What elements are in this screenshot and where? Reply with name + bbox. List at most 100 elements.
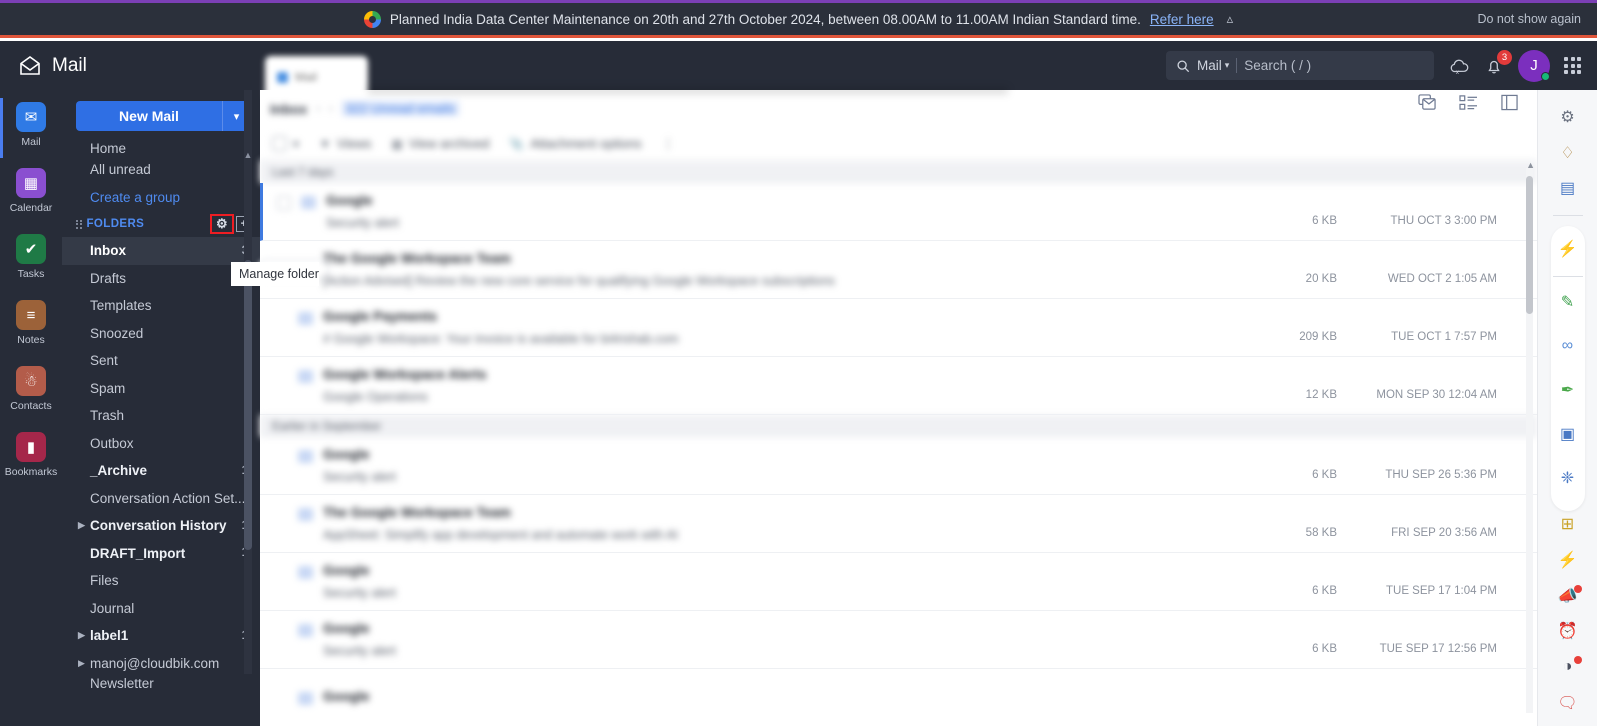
sidebar-item-templates[interactable]: Templates [62,292,260,320]
sidebar-item-create-a-group[interactable]: Create a group [62,184,260,212]
folders-pane: New Mail ▾ Home All unread Create a grou… [62,90,260,726]
select-all-checkbox[interactable]: ▾ [272,136,299,151]
rail-item-mail[interactable]: ✉ Mail [0,102,62,148]
unread-marker-icon[interactable] [298,450,313,463]
sidebar-item-home[interactable]: Home [62,142,260,156]
group-header: Last 7 days [260,161,1537,183]
connect-plug-icon[interactable]: ⚡ [1551,232,1585,266]
unread-marker-icon[interactable] [298,624,313,637]
message-size: 6 KB [1312,643,1337,655]
unread-marker-icon[interactable] [298,566,313,579]
divider [1552,276,1583,278]
notebook-icon[interactable]: ▤ [1551,176,1585,202]
attachment-options-button[interactable]: 📎 Attachment options [509,136,641,151]
folders-scrollbar-thumb[interactable] [244,260,252,550]
sidebar-item-sent[interactable]: Sent [62,347,260,375]
sidebar-item-trash[interactable]: Trash [62,402,260,430]
vip-badge-icon[interactable]: ♢ [1551,140,1585,166]
do-not-show-again-button[interactable]: Do not show again [1477,12,1581,26]
writer-icon[interactable]: ✎ [1551,285,1585,319]
table-row[interactable]: The Google Workspace Team [Action Advise… [257,241,1537,299]
sender-name: The Google Workspace Team [323,251,511,266]
announcement-megaphone-icon[interactable]: 📣 [1551,583,1585,609]
row-checkbox[interactable] [277,196,291,210]
alarm-clock-icon[interactable]: ⏰ [1551,619,1585,645]
sidebar-item-label: manoj@cloudbik.com [90,655,220,671]
list-view-icon[interactable] [1459,94,1478,115]
mail-list-panel: Mail Inbox › › 322 Unread emails ▾ ▼ Vie… [257,56,1537,726]
table-row[interactable]: Google Security alert 6 KB TUE SEP 17 12… [260,611,1537,669]
sidebar-item-inbox[interactable]: Inbox 3 [62,237,260,265]
message-date: THU OCT 3 3:00 PM [1390,215,1497,227]
gear-settings-icon[interactable]: ⚙ [1551,104,1585,130]
sidebar-item-label1[interactable]: ▶ label1 1 [62,622,260,650]
chevron-right-icon[interactable]: ▶ [78,658,85,669]
lightning-bolt-icon[interactable]: ⚡ [1551,547,1585,573]
app-grid-icon[interactable] [1564,57,1581,74]
chevron-up-icon[interactable]: ▵ [1227,11,1234,27]
conversation-view-icon[interactable] [1418,94,1437,115]
sidebar-item-manoj-cloudbik[interactable]: ▶ manoj@cloudbik.com [62,650,260,678]
whats-new-bulb-icon[interactable]: ◑ [1551,654,1585,680]
unread-marker-icon[interactable] [298,692,313,705]
feedback-chat-icon[interactable]: 🗨 [1551,690,1585,716]
sidebar-item-archive[interactable]: _Archive 1 [62,457,260,485]
reading-pane-icon[interactable] [1500,94,1519,115]
marker-pen-icon[interactable]: ✒ [1551,373,1585,407]
unread-marker-icon[interactable] [298,508,313,521]
table-row[interactable]: Google Security alert 6 KB THU SEP 26 5:… [260,437,1537,495]
table-row[interactable]: Google Security alert 6 KB THU OCT 3 3:0… [260,183,1537,241]
list-scrollbar-thumb[interactable] [1526,176,1533,314]
rail-item-bookmarks[interactable]: ▮ Bookmarks [0,432,62,478]
sidebar-item-draft-import[interactable]: DRAFT_Import 1 [62,540,260,568]
refer-here-link[interactable]: Refer here [1150,12,1214,27]
view-archived-button[interactable]: ▦ View archived [391,136,489,151]
unread-marker-icon[interactable] [301,196,316,209]
table-row[interactable]: Google [260,669,1537,726]
sidebar-item-all-unread[interactable]: All unread [62,156,260,184]
gear-icon[interactable]: ⚙ [210,214,234,234]
new-mail-button[interactable]: New Mail [76,101,222,131]
link-chain-icon[interactable]: ∞ [1551,329,1585,363]
flow-icon[interactable]: ❈ [1551,461,1585,495]
unread-emails-link[interactable]: 322 Unread emails [341,101,459,116]
breadcrumb: Inbox › › 322 Unread emails [260,90,1537,127]
scroll-up-arrow-icon[interactable]: ▲ [242,150,254,162]
sidebar-item-conversation-history[interactable]: ▶ Conversation History 1 [62,512,260,540]
more-vertical-icon[interactable]: ⋮ [662,136,675,152]
sidebar-item-newsletter[interactable]: Newsletter [62,677,260,691]
unread-marker-icon[interactable] [298,312,313,325]
rail-item-contacts[interactable]: ☃ Contacts [0,366,62,412]
chevron-right-icon[interactable]: ▶ [78,630,85,641]
chevron-down-icon[interactable]: ▾ [293,137,299,151]
breadcrumb-folder[interactable]: Inbox [270,101,307,117]
sidebar-item-files[interactable]: Files [62,567,260,595]
unread-marker-icon[interactable] [298,370,313,383]
analytics-folder-icon[interactable]: ▣ [1551,417,1585,451]
rail-item-notes[interactable]: ≡ Notes [0,300,62,346]
brand[interactable]: Mail [18,54,87,78]
sidebar-item-label: Conversation History [90,518,227,534]
sidebar-item-journal[interactable]: Journal [62,595,260,623]
chevron-right-icon[interactable]: ▶ [78,520,85,531]
table-row[interactable]: Google Security alert 6 KB TUE SEP 17 1:… [260,553,1537,611]
rail-item-calendar[interactable]: ▦ Calendar [0,168,62,214]
sidebar-item-label: Spam [90,380,126,396]
drag-handle-icon[interactable] [76,219,82,229]
sidebar-item-snoozed[interactable]: Snoozed [62,320,260,348]
table-row[interactable]: Google Workspace Alerts Google Operation… [260,357,1537,415]
sidebar-item-outbox[interactable]: Outbox [62,430,260,458]
subject-line: Security alert [323,586,396,600]
sidebar-item-conversation-action-settings[interactable]: Conversation Action Set... [62,485,260,513]
rail-item-tasks[interactable]: ✔ Tasks [0,234,62,280]
table-row[interactable]: Google Payments # Google Workspace: Your… [260,299,1537,357]
table-row[interactable]: The Google Workspace Team AppSheet: Simp… [260,495,1537,553]
message-date: THU SEP 26 5:36 PM [1385,469,1497,481]
tasks-check-icon: ✔ [16,234,46,264]
rail-label: Bookmarks [4,466,58,478]
sticky-note-add-icon[interactable]: ⊞ [1551,511,1585,537]
sidebar-item-spam[interactable]: Spam [62,375,260,403]
views-button[interactable]: ▼ Views [319,136,371,151]
divider [1552,215,1583,217]
message-date: FRI SEP 20 3:56 AM [1391,527,1497,539]
